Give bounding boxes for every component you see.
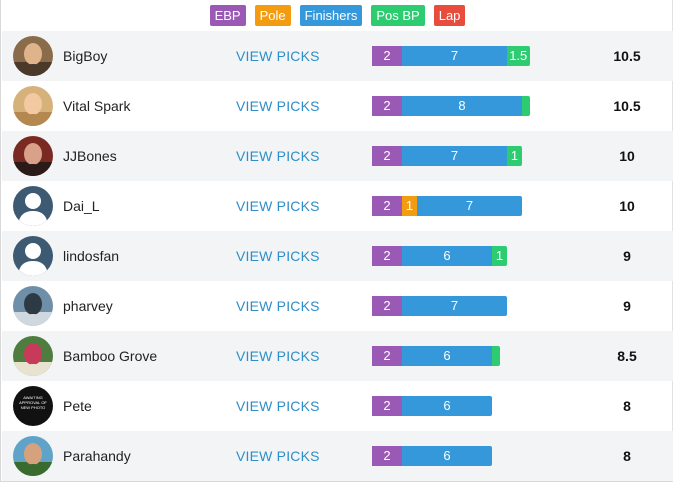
table-row: BigBoy VIEW PICKS 2 7 1.5 10.5 xyxy=(2,31,673,81)
table-row: pharvey VIEW PICKS 2 7 9 xyxy=(2,281,673,331)
player-name: Pete xyxy=(63,398,92,414)
player-name: pharvey xyxy=(63,298,113,314)
default-user-icon xyxy=(13,186,53,226)
avatar xyxy=(13,286,53,326)
points-bar: 271 xyxy=(372,146,522,166)
view-picks-link[interactable]: VIEW PICKS xyxy=(236,181,320,231)
view-picks-link[interactable]: VIEW PICKS xyxy=(236,381,320,431)
legend-pole: Pole xyxy=(254,5,291,26)
view-picks-link[interactable]: VIEW PICKS xyxy=(236,431,320,481)
table-row: lindosfan VIEW PICKS 2 6 1 9 xyxy=(2,231,673,281)
bar-segment-finishers: 7 xyxy=(402,146,507,166)
points-bar: 26 xyxy=(372,396,492,416)
points-bar: 27 xyxy=(372,296,507,316)
bar-segment-finishers: 6 xyxy=(402,246,492,266)
bar-segment-ebp: 2 xyxy=(372,396,402,416)
bar-segment-ebp: 2 xyxy=(372,246,402,266)
points-bar: 26 xyxy=(372,346,500,366)
total-score: 9 xyxy=(623,298,631,314)
view-picks-link[interactable]: VIEW PICKS xyxy=(236,331,320,381)
total-score: 9 xyxy=(623,248,631,264)
view-picks-link[interactable]: VIEW PICKS xyxy=(236,281,320,331)
bar-segment-finishers: 7 xyxy=(417,196,522,216)
legend-ebp: EBP xyxy=(209,5,246,26)
table-row: JJBones VIEW PICKS 2 7 1 10 xyxy=(2,131,673,181)
total-score: 10 xyxy=(619,148,635,164)
player-name: Dai_L xyxy=(63,198,100,214)
points-bar: 2 7 1.5 xyxy=(372,46,530,66)
bar-segment-pole: 1 xyxy=(402,196,417,216)
avatar xyxy=(13,86,53,126)
bar-segment-finishers: 8 xyxy=(402,96,522,116)
view-picks-link[interactable]: VIEW PICKS xyxy=(236,31,320,81)
view-picks-link[interactable]: VIEW PICKS xyxy=(236,231,320,281)
points-bar: 261 xyxy=(372,246,507,266)
bar-segment-ebp: 2 xyxy=(372,196,402,216)
total-score: 8 xyxy=(623,398,631,414)
avatar: AWAITING APPROVAL OF NEW PHOTO xyxy=(13,386,53,426)
avatar xyxy=(13,336,53,376)
bar-segment-ebp: 2 xyxy=(372,46,402,66)
table-row: Dai_L VIEW PICKS 2 1 7 10 xyxy=(2,181,673,231)
player-name: BigBoy xyxy=(63,48,108,64)
player-name: JJBones xyxy=(63,148,117,164)
bar-segment-posbp xyxy=(522,96,530,116)
bar-segment-posbp: 1 xyxy=(507,146,522,166)
view-picks-link[interactable]: VIEW PICKS xyxy=(236,131,320,181)
bar-segment-posbp: 1 xyxy=(492,246,507,266)
avatar xyxy=(13,436,53,476)
legend-finishers: Finishers xyxy=(299,5,363,26)
player-name: Bamboo Grove xyxy=(63,348,158,364)
chart-legend: EBP Pole Finishers Pos BP Lap xyxy=(1,5,673,26)
bar-segment-finishers: 7 xyxy=(402,46,507,66)
bar-segment-posbp xyxy=(492,346,500,366)
bar-segment-finishers: 6 xyxy=(402,446,492,466)
avatar xyxy=(13,36,53,76)
default-user-icon xyxy=(13,236,53,276)
points-bar: 28 xyxy=(372,96,530,116)
total-score: 10 xyxy=(619,198,635,214)
avatar-caption: AWAITING APPROVAL OF NEW PHOTO xyxy=(19,395,47,410)
total-score: 10.5 xyxy=(613,48,641,64)
table-row: Parahandy VIEW PICKS 2 6 8 xyxy=(2,431,673,481)
bar-segment-ebp: 2 xyxy=(372,346,402,366)
table-row: AWAITING APPROVAL OF NEW PHOTO Pete VIEW P… xyxy=(2,381,673,431)
player-list: BigBoy VIEW PICKS 2 7 1.5 10.5 Vital Spark VIEW… xyxy=(2,31,673,481)
player-name: lindosfan xyxy=(63,248,120,264)
total-score: 10.5 xyxy=(613,98,641,114)
legend-lap: Lap xyxy=(433,5,466,26)
bar-segment-finishers: 6 xyxy=(402,396,492,416)
bar-segment-finishers: 6 xyxy=(402,346,492,366)
picks-panel: EBP Pole Finishers Pos BP Lap BigBoy VIEW… xyxy=(0,0,673,482)
bar-segment-finishers: 7 xyxy=(402,296,507,316)
legend-pos-bp: Pos BP xyxy=(371,5,425,26)
total-score: 8 xyxy=(623,448,631,464)
view-picks-link[interactable]: VIEW PICKS xyxy=(236,81,320,131)
avatar xyxy=(13,136,53,176)
points-bar: 26 xyxy=(372,446,492,466)
bar-segment-ebp: 2 xyxy=(372,146,402,166)
bar-segment-ebp: 2 xyxy=(372,96,402,116)
table-row: Bamboo Grove VIEW PICKS 2 6 8.5 xyxy=(2,331,673,381)
player-name: Vital Spark xyxy=(63,98,131,114)
bar-segment-ebp: 2 xyxy=(372,446,402,466)
bar-segment-ebp: 2 xyxy=(372,296,402,316)
table-row: Vital Spark VIEW PICKS 2 8 10.5 xyxy=(2,81,673,131)
player-name: Parahandy xyxy=(63,448,131,464)
bar-segment-posbp: 1.5 xyxy=(507,46,530,66)
points-bar: 217 xyxy=(372,196,522,216)
total-score: 8.5 xyxy=(617,348,637,364)
